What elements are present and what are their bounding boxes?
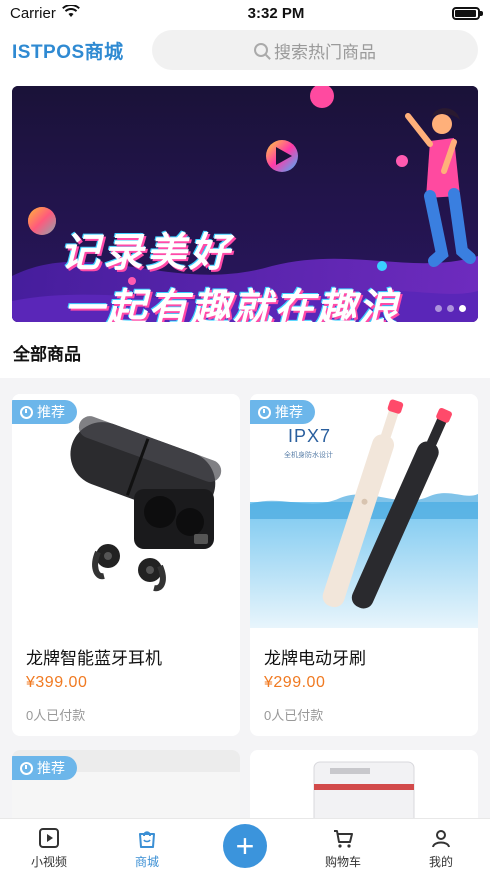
banner-headline: 记录美好 — [60, 230, 232, 276]
banner-dot[interactable] — [447, 305, 454, 312]
header: ISTPOS商城 搜索热门商品 — [0, 26, 490, 74]
cart-icon — [331, 826, 355, 850]
stopwatch-icon — [258, 405, 271, 419]
tab-label: 小视频 — [30, 854, 67, 869]
product-image-subcaption: 全机身防水设计 — [284, 452, 333, 459]
tab-add[interactable]: + — [196, 819, 294, 876]
stopwatch-icon — [20, 405, 33, 419]
bag-icon — [135, 826, 159, 850]
product-image-earbuds — [12, 394, 240, 628]
tab-label: 商城 — [134, 854, 159, 869]
banner-pagination — [435, 305, 466, 312]
product-price: ¥299.00 — [264, 674, 326, 691]
product-card[interactable]: 推荐 IPX7 全机身防水设计 龙牌电动牙刷 ¥299.00 0人已付款 — [250, 394, 478, 736]
tab-mall[interactable]: 商城 — [98, 819, 196, 876]
product-image-caption: IPX7 — [288, 426, 332, 446]
wifi-icon — [61, 3, 80, 22]
tag-label: 推荐 — [275, 404, 303, 420]
tab-bar: 小视频 商城 + 购物车 我的 — [0, 818, 490, 876]
recommend-tag: 推荐 — [12, 756, 77, 780]
product-sold-count: 0人已付款 — [264, 708, 324, 723]
banner-dot[interactable] — [459, 305, 466, 312]
product-price: ¥399.00 — [26, 674, 88, 691]
plus-icon[interactable]: + — [223, 823, 267, 868]
banner-subheadline: 一起有趣就在趣浪 — [64, 286, 400, 322]
recommend-tag: 推荐 — [250, 400, 315, 424]
status-left: Carrier — [10, 3, 160, 22]
search-input[interactable]: 搜索热门商品 — [152, 30, 478, 70]
battery-level — [455, 9, 476, 17]
banner-dot[interactable] — [435, 305, 442, 312]
product-image-toothbrush — [250, 394, 478, 628]
video-icon — [37, 826, 61, 850]
tab-profile[interactable]: 我的 — [392, 819, 490, 876]
carrier-label: Carrier — [10, 4, 56, 22]
tab-video[interactable]: 小视频 — [0, 819, 98, 876]
search-placeholder: 搜索热门商品 — [274, 42, 376, 62]
stopwatch-icon — [20, 761, 33, 775]
recommend-tag: 推荐 — [12, 400, 77, 424]
product-card[interactable]: 推荐 龙牌智能蓝牙耳机 ¥399.00 0人已付款 — [12, 394, 240, 736]
tab-label: 我的 — [428, 854, 453, 869]
product-name: 龙牌电动牙刷 — [264, 649, 366, 668]
product-name: 龙牌智能蓝牙耳机 — [26, 649, 162, 668]
search-icon — [254, 43, 268, 57]
product-sold-count: 0人已付款 — [26, 708, 86, 723]
promo-banner[interactable]: 记录美好 一起有趣就在趣浪 — [12, 86, 478, 322]
brand-title: ISTPOS商城 — [12, 41, 124, 63]
tag-label: 推荐 — [37, 760, 65, 776]
status-bar: Carrier 3:32 PM — [0, 0, 490, 26]
section-title: 全部商品 — [13, 345, 81, 364]
tab-label: 购物车 — [324, 854, 361, 869]
profile-icon — [429, 826, 453, 850]
status-time: 3:32 PM — [247, 4, 305, 22]
battery-icon — [452, 6, 483, 20]
tag-label: 推荐 — [37, 404, 65, 420]
tab-cart[interactable]: 购物车 — [294, 819, 392, 876]
